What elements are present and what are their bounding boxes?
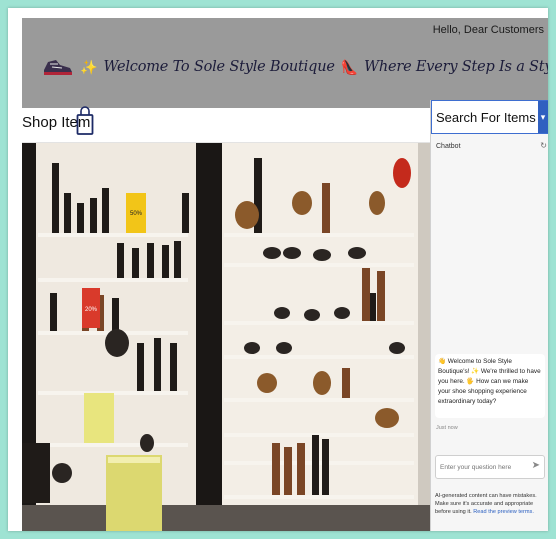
sale-yellow-label: 50% [130,211,143,217]
chevron-down-icon[interactable]: ▾ [538,101,548,133]
sneaker-icon [44,60,72,75]
welcome-title: Welcome To Sole Style Boutique [103,59,335,75]
welcome-tagline: Where Every Step Is a Style Statement [364,59,548,75]
welcome-banner: Hello, Dear Customers ✨ Welcome To Sole … [22,18,548,108]
store-photo: 50% 20% [22,143,430,531]
chatbot-label: Chatbot [436,143,461,150]
greeting-text: Hello, Dear Customers [432,24,544,36]
shop-header: Shop Item [22,106,430,143]
search-header[interactable]: Search For Items ▾ [431,100,548,134]
send-icon[interactable]: ➤ [532,460,540,471]
shopping-bag-icon[interactable] [76,106,94,136]
sparkle-icon: ✨ [80,58,98,75]
welcome-row: ✨ Welcome To Sole Style Boutique 👠 Where… [42,56,548,78]
message-timestamp: Just now [436,425,458,431]
store-image: 50% 20% [22,143,430,531]
chat-input[interactable] [436,456,528,479]
sale-red-label: 20% [85,307,98,313]
preview-terms-link[interactable]: Read the preview terms. [473,509,534,515]
search-title: Search For Items [436,110,536,125]
refresh-icon[interactable]: ↻ [540,141,547,150]
high-heel-icon: 👠 [340,58,359,75]
chat-input-box[interactable]: ➤ [435,455,545,479]
chat-message: 👋 Welcome to Sole Style Boutique's! ✨ We… [435,354,545,418]
app-frame: Hello, Dear Customers ✨ Welcome To Sole … [8,8,548,531]
search-panel: Search For Items ▾ Chatbot ↻ 👋 Welcome t… [430,100,548,531]
ai-disclaimer: AI-generated content can have mistakes. … [435,492,547,516]
